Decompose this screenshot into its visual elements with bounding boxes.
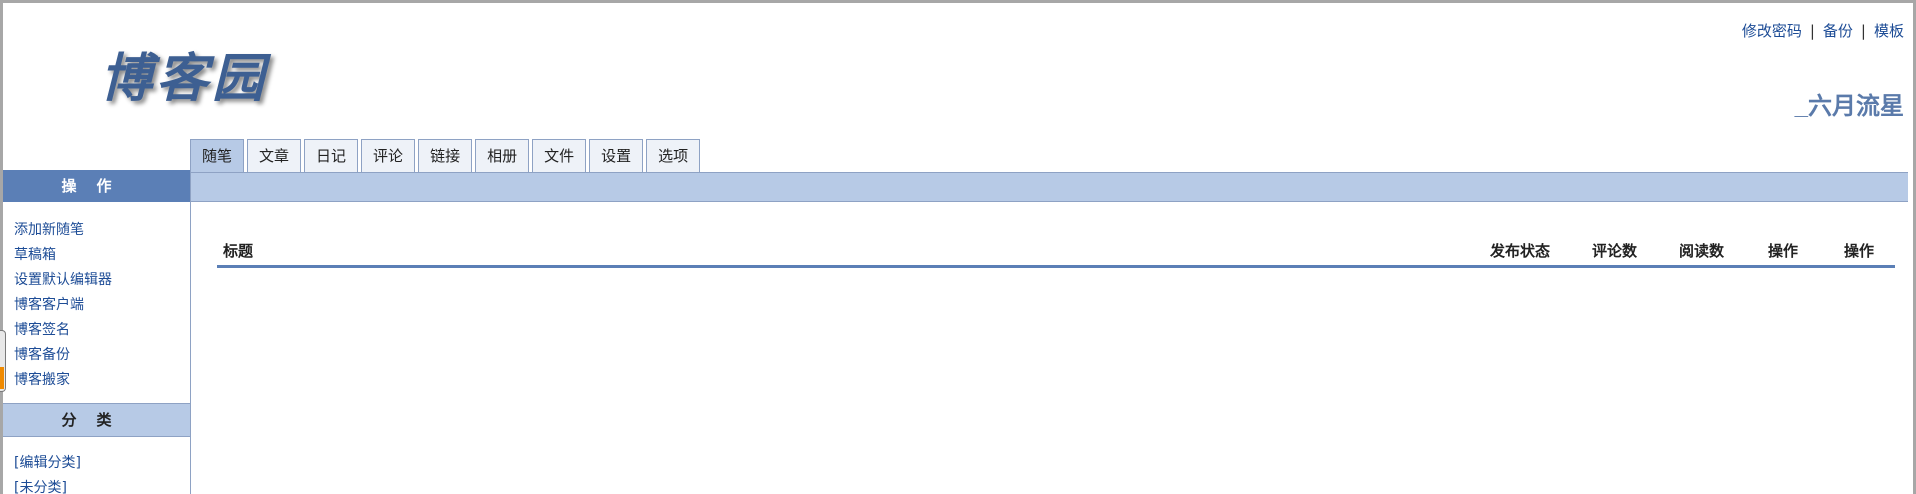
tab-settings[interactable]: 设置 [589,139,644,172]
site-logo[interactable]: 博客园 [100,36,268,111]
column-title[interactable]: 标题 [223,240,253,261]
column-comments[interactable]: 评论数 [1592,240,1637,261]
tab-comments[interactable]: 评论 [361,139,416,172]
sidebar-item-blog-client[interactable]: 博客客户端 [14,293,190,318]
sidebar-item-edit-categories[interactable]: [编辑分类] [14,451,190,476]
blog-name[interactable]: _六月流星 [1795,86,1904,121]
sidebar-item-default-editor[interactable]: 设置默认编辑器 [14,268,190,293]
column-status[interactable]: 发布状态 [1490,240,1550,261]
top-links: 修改密码 | 备份 | 模板 [1742,20,1904,41]
tab-files[interactable]: 文件 [532,139,587,172]
column-operation-2: 操作 [1844,242,1875,260]
change-password-link[interactable]: 修改密码 [1742,22,1802,40]
tab-links[interactable]: 链接 [418,139,473,172]
sidebar-item-blog-backup[interactable]: 博客备份 [14,343,190,368]
sidebar-item-blog-signature[interactable]: 博客签名 [14,318,190,343]
main-tabs: 随笔 文章 日记 评论 链接 相册 文件 设置 选项 [190,139,703,174]
tab-options[interactable]: 选项 [646,139,701,172]
sidebar-item-uncategorized[interactable]: [未分类] [14,476,190,494]
sidebar-category-list: [编辑分类] [未分类] [3,437,190,494]
sidebar-item-drafts[interactable]: 草稿箱 [14,243,190,268]
sidebar-item-blog-migrate[interactable]: 博客搬家 [14,368,190,393]
backup-link[interactable]: 备份 [1823,22,1853,40]
tab-diary[interactable]: 日记 [304,139,359,172]
sidebar-category-header: 分类 [3,404,190,436]
column-reads[interactable]: 阅读数 [1679,240,1724,261]
posts-table-header: 标题 发布状态 评论数 阅读数 操作 操作 [217,232,1895,268]
sidebar: 操作 添加新随笔 草稿箱 设置默认编辑器 博客客户端 博客签名 博客备份 博客搬… [3,170,191,494]
column-operation-1: 操作 [1768,242,1799,260]
tab-articles[interactable]: 文章 [247,139,302,172]
tab-content-bar [190,172,1908,202]
tab-posts[interactable]: 随笔 [190,139,245,174]
sidebar-ops-header: 操作 [3,170,190,202]
separator: | [1860,22,1866,40]
sidebar-ops-list: 添加新随笔 草稿箱 设置默认编辑器 博客客户端 博客签名 博客备份 博客搬家 [3,202,190,403]
handle-highlight [0,367,4,389]
tab-albums[interactable]: 相册 [475,139,530,172]
template-link[interactable]: 模板 [1874,22,1904,40]
separator: | [1809,22,1815,40]
sidebar-item-add-post[interactable]: 添加新随笔 [14,218,190,243]
side-resize-handle[interactable] [0,330,6,392]
